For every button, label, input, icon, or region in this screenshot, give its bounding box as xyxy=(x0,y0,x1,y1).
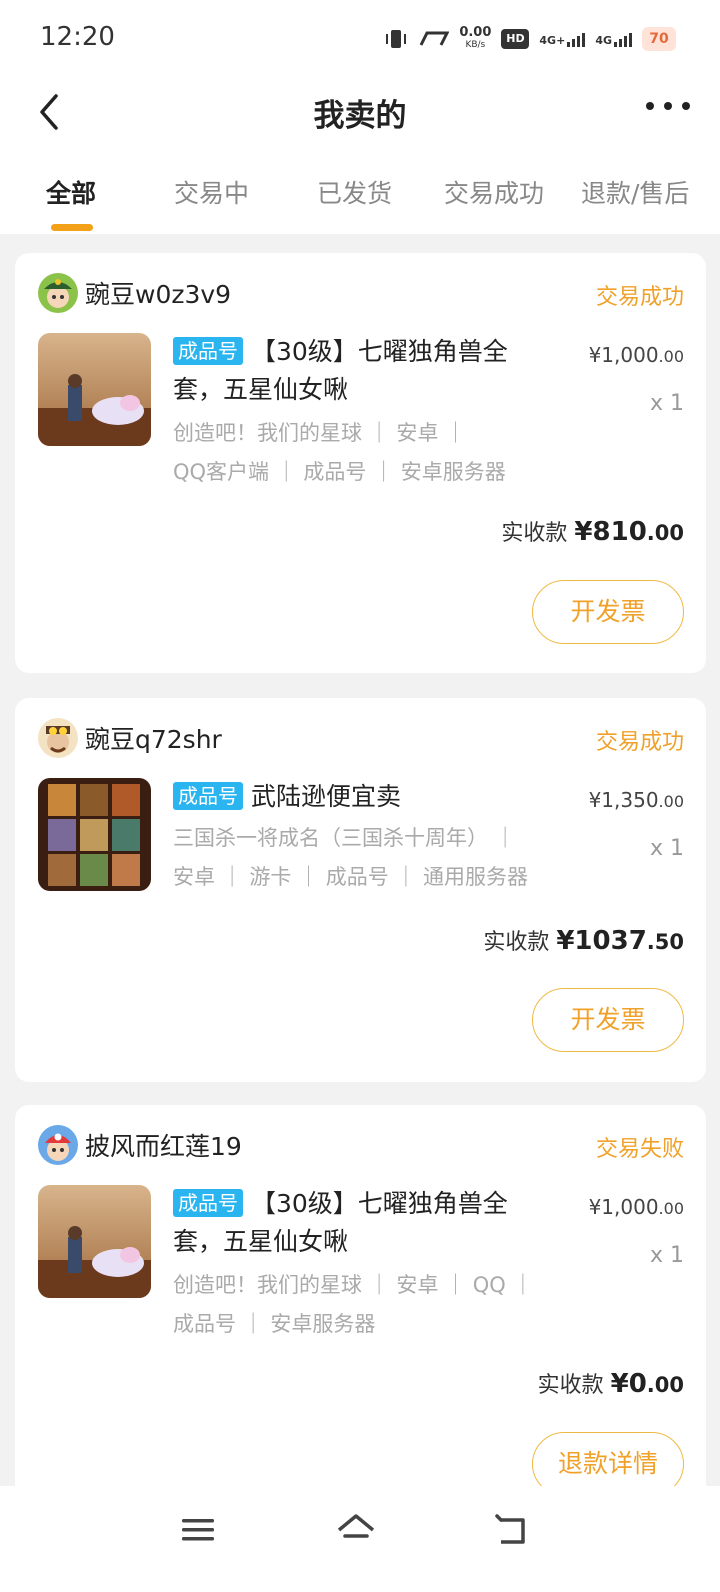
status-badge: 交易失败 xyxy=(595,1137,684,1162)
page-title: 我卖的 xyxy=(313,98,407,134)
unit-price: ¥1,000.00 xyxy=(588,343,684,367)
vibrate-icon xyxy=(386,30,407,48)
nfc-icon xyxy=(419,31,450,46)
tab-all[interactable]: 全部 xyxy=(46,174,96,210)
nav-bar: 我卖的 xyxy=(0,76,720,152)
menu-icon[interactable] xyxy=(178,1510,218,1550)
tab-success[interactable]: 交易成功 xyxy=(444,174,544,210)
avatar xyxy=(38,273,78,313)
signal-4g-plus: 4G+ xyxy=(539,31,586,47)
tab-indicator xyxy=(51,224,93,231)
invoice-button[interactable]: 开发票 xyxy=(532,988,684,1052)
tab-in-progress[interactable]: 交易中 xyxy=(174,174,249,210)
status-icons: 0.00 KB/s HD 4G+ 4G 70 xyxy=(383,24,676,54)
quantity: x 1 xyxy=(649,836,684,861)
product-tag: 成品号 xyxy=(173,782,243,810)
tab-refund[interactable]: 退款/售后 xyxy=(581,174,689,210)
product-attributes: 创造吧！我们的星球 ｜ 安卓 ｜ QQ ｜ 成品号 ｜ 安卓服务器 xyxy=(173,1273,534,1336)
product-attributes: 创造吧！我们的星球 ｜ 安卓 ｜ QQ客户端 ｜ 成品号 ｜ 安卓服务器 xyxy=(173,421,506,484)
product-attributes: 三国杀一将成名（三国杀十周年） ｜ 安卓 ｜ 游卡 ｜ 成品号 ｜ 通用服务器 xyxy=(173,826,529,889)
signal-bars-icon xyxy=(614,31,632,47)
battery-badge: 70 xyxy=(642,27,676,51)
unit-price: ¥1,350.00 xyxy=(588,788,684,812)
received-amount: 实收款 ¥0.00 xyxy=(537,1369,684,1399)
home-icon[interactable] xyxy=(336,1510,376,1550)
quantity: x 1 xyxy=(649,391,684,416)
quantity: x 1 xyxy=(649,1243,684,1268)
status-badge: 交易成功 xyxy=(595,730,684,755)
signal-bars-icon xyxy=(567,31,586,47)
unit-price: ¥1,000.00 xyxy=(588,1195,684,1219)
status-time: 12:20 xyxy=(40,22,115,52)
signal-4g: 4G xyxy=(595,31,632,47)
network-speed: 0.00 KB/s xyxy=(459,25,492,50)
avatar xyxy=(38,1125,78,1165)
order-card[interactable]: 豌豆w0z3v9 交易成功 成品号 【30级】七曜独角兽全套，五星仙女啾 创造吧！… xyxy=(15,253,706,673)
order-card[interactable]: 披风而红莲19 交易失败 成品号 【30级】七曜独角兽全套，五星仙女啾 创造吧！我… xyxy=(15,1105,706,1525)
hd-icon: HD xyxy=(501,29,530,49)
product-title[interactable]: 成品号 【30级】七曜独角兽全套，五星仙女啾 xyxy=(173,1185,553,1261)
order-card[interactable]: 豌豆q72shr 交易成功 成品号 武陆逊便宜卖 三国杀一将成名（三国杀十周年） … xyxy=(15,698,706,1082)
product-title[interactable]: 成品号 【30级】七曜独角兽全套，五星仙女啾 xyxy=(173,333,553,409)
product-thumbnail[interactable] xyxy=(38,1185,151,1298)
product-thumbnail[interactable] xyxy=(38,778,151,891)
received-amount: 实收款 ¥1037.50 xyxy=(483,926,684,956)
seller-name: 豌豆q72shr xyxy=(85,725,222,754)
status-badge: 交易成功 xyxy=(595,285,684,310)
status-bar: 12:20 0.00 KB/s HD 4G+ 4G 70 xyxy=(0,0,720,76)
product-tag: 成品号 xyxy=(173,337,243,365)
product-title[interactable]: 成品号 武陆逊便宜卖 xyxy=(173,778,553,816)
seller-name: 豌豆w0z3v9 xyxy=(85,280,232,309)
product-tag: 成品号 xyxy=(173,1189,243,1217)
seller-name: 披风而红莲19 xyxy=(85,1132,242,1161)
invoice-button[interactable]: 开发票 xyxy=(532,580,684,644)
received-amount: 实收款 ¥810.00 xyxy=(501,517,684,547)
order-tabs: 全部 交易中 已发货 交易成功 退款/售后 xyxy=(0,152,720,234)
more-icon[interactable] xyxy=(646,100,690,112)
back-icon[interactable] xyxy=(493,1510,533,1550)
system-nav-bar xyxy=(0,1486,720,1592)
tab-shipped[interactable]: 已发货 xyxy=(317,174,392,210)
avatar xyxy=(38,718,78,758)
product-thumbnail[interactable] xyxy=(38,333,151,446)
